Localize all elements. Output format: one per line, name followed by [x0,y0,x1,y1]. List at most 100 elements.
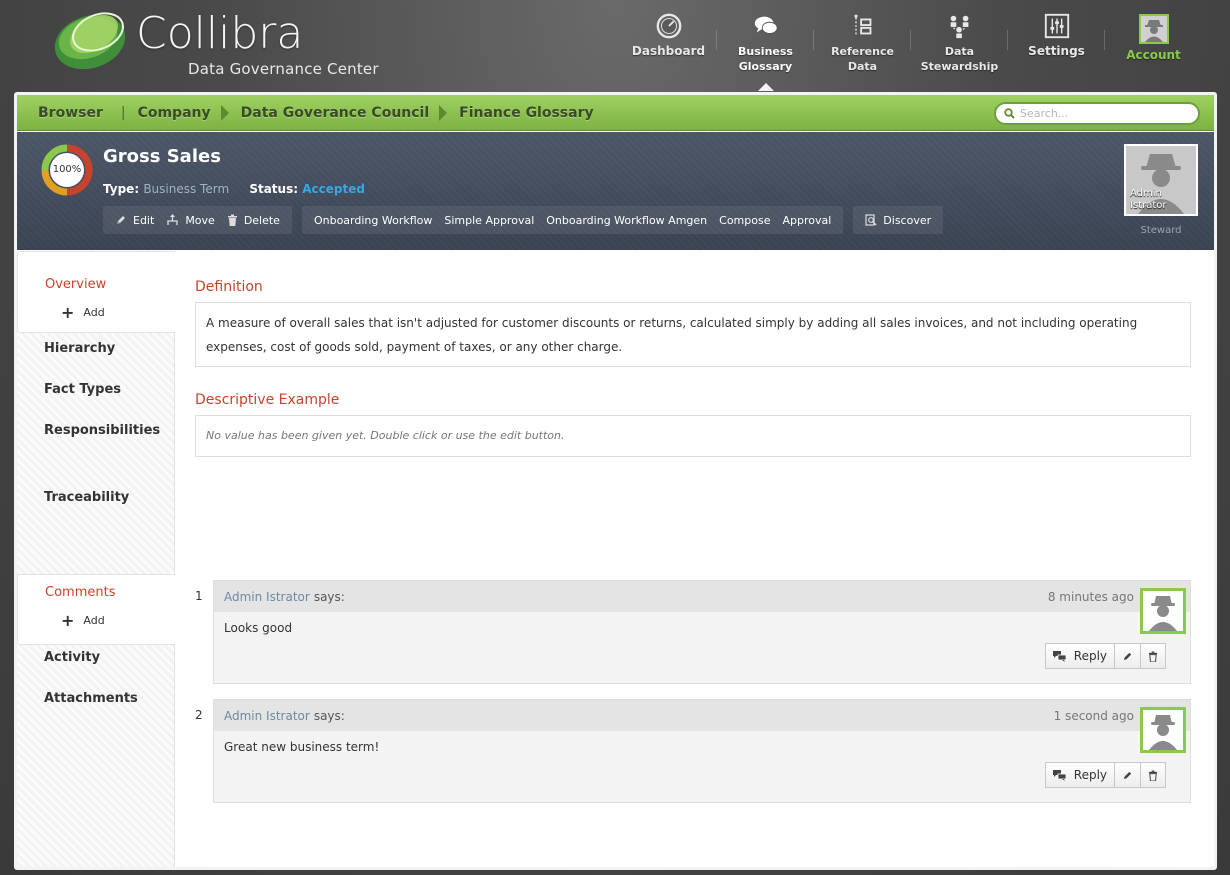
nav-reference-data-line2: Data [847,60,878,73]
definition-box[interactable]: A measure of overall sales that isn't ad… [195,302,1191,367]
delete-comment-button[interactable] [1141,643,1166,669]
steward-role: Steward [1140,225,1182,236]
comment-body: Looks good [224,621,293,635]
sidebar-item-fact-types[interactable]: Fact Types [44,382,121,397]
workflow-onboarding-button[interactable]: Onboarding Workflow [308,206,438,234]
steward-card[interactable]: Admin Istrator Steward [1124,144,1198,236]
page-title: Gross Sales [103,146,221,167]
reply-chat-icon [1052,770,1066,781]
definition-title: Definition [195,279,263,295]
nav-business-glossary-line1: Business [738,45,793,58]
pencil-icon [1123,652,1132,660]
sidebar-item-responsibilities[interactable]: Responsibilities [44,423,160,438]
breadcrumb-divider: | [120,105,126,121]
sidebar-overview-add-button[interactable]: + Add [61,302,105,322]
sidebar-item-comments[interactable]: Comments [45,585,115,600]
sidebar-item-traceability[interactable]: Traceability [44,490,129,505]
user-silhouette-icon [1143,591,1183,631]
nav-settings[interactable]: Settings [1008,10,1105,90]
trash-icon [1148,770,1158,781]
plus-icon: + [61,302,75,322]
search-input[interactable] [1020,107,1190,120]
asset-header: 100% Gross Sales Type: Business Term Sta… [17,132,1214,250]
steward-name: Admin Istrator [1130,188,1166,212]
asset-actions: Edit Move Delete Onboarding Workflow Sim… [103,206,944,234]
nav-settings-label: Settings [1028,44,1085,58]
logo-subtitle: Data Governance Center [188,60,379,78]
nav-account[interactable]: Account [1105,10,1202,90]
steward-avatar: Admin Istrator [1124,144,1198,216]
comment-author-avatar[interactable] [1140,707,1186,753]
workflow-approval-button[interactable]: Approval [776,206,837,234]
completeness-indicator: 100% [41,144,93,196]
comment-author-avatar[interactable] [1140,588,1186,634]
delete-button[interactable]: Delete [221,206,286,234]
breadcrumb-finance-glossary[interactable]: Finance Glossary [459,105,593,121]
trash-icon [227,214,237,226]
comment-author-link[interactable]: Admin Istrator [224,590,310,604]
add-label: Add [83,614,105,627]
workflow-onboarding-amgen-button[interactable]: Onboarding Workflow Amgen [540,206,713,234]
workflow-compose-button[interactable]: Compose [713,206,776,234]
comment-actions: Reply [1044,762,1166,788]
pencil-icon [1123,771,1132,779]
discover-actions-group: Discover [853,206,944,234]
steward-name-first: Admin [1130,188,1162,199]
edit-button[interactable]: Edit [109,206,160,234]
reply-chat-icon [1052,651,1066,662]
descriptive-example-box[interactable]: No value has been given yet. Double clic… [195,415,1191,457]
logo-wordmark: Collibra [136,8,304,59]
reply-button[interactable]: Reply [1044,762,1115,788]
breadcrumb-data-governance-council[interactable]: Data Goverance Council [241,105,430,121]
discover-button[interactable]: Discover [859,206,937,234]
breadcrumb-arrow-icon [439,105,448,121]
nav-data-stewardship-line1: Data [944,45,975,58]
active-nav-caret [757,83,774,91]
sidebar-comments-section: Comments + Add [17,574,175,645]
move-button[interactable]: Move [160,206,221,234]
discover-icon [865,214,877,226]
sidebar-overview-section: Overview + Add [17,251,175,333]
sidebar-comments-add-button[interactable]: + Add [61,612,105,628]
edit-comment-button[interactable] [1115,643,1141,669]
collibra-logo-icon [54,12,126,70]
comment-says: says: [313,708,345,723]
main-navigation: Dashboard Business Glossary Reference Da… [620,10,1202,91]
tree-list-icon [854,14,871,36]
nav-dashboard-label: Dashboard [631,44,706,58]
sidebar-item-overview[interactable]: Overview [45,277,106,292]
sidebar-item-activity[interactable]: Activity [44,650,100,665]
workflow-simple-approval-button[interactable]: Simple Approval [438,206,540,234]
nav-data-stewardship-line2: Stewardship [920,60,999,73]
breadcrumb-company[interactable]: Company [138,105,211,121]
dashboard-gauge-icon [656,13,681,39]
add-label: Add [83,306,105,319]
comment-number: 2 [195,708,203,722]
sidebar-item-attachments[interactable]: Attachments [44,691,138,706]
comment-timestamp: 1 second ago [1053,708,1134,723]
breadcrumb-bar: Browser | Company Data Goverance Council… [17,95,1214,131]
sidebar-item-hierarchy[interactable]: Hierarchy [44,341,115,356]
reply-label: Reply [1073,649,1107,663]
status-label: Status: [249,182,299,196]
comment-item: Admin Istrator says: 1 second ago Great … [213,699,1191,803]
delete-comment-button[interactable] [1141,762,1166,788]
discover-label: Discover [883,213,932,227]
status-badge[interactable]: Accepted [302,182,365,196]
reply-button[interactable]: Reply [1044,643,1115,669]
collibra-logo[interactable]: Collibra Data Governance Center [52,4,382,88]
comment-author-link[interactable]: Admin Istrator [224,709,310,723]
nav-reference-data[interactable]: Reference Data [814,10,911,90]
nav-business-glossary[interactable]: Business Glossary [717,10,814,91]
nav-data-stewardship[interactable]: Data Stewardship [911,10,1008,90]
nav-account-label: Account [1126,48,1181,62]
edit-label: Edit [133,213,155,227]
breadcrumb-arrow-icon [220,105,229,121]
breadcrumb-browser[interactable]: Browser [38,105,103,121]
nav-dashboard[interactable]: Dashboard [620,10,717,90]
type-value[interactable]: Business Term [143,182,229,196]
breadcrumb: Browser | Company Data Goverance Council… [38,95,594,131]
comment-timestamp: 8 minutes ago [1047,589,1134,604]
edit-comment-button[interactable] [1115,762,1141,788]
asset-panel: Browser | Company Data Goverance Council… [14,92,1217,870]
